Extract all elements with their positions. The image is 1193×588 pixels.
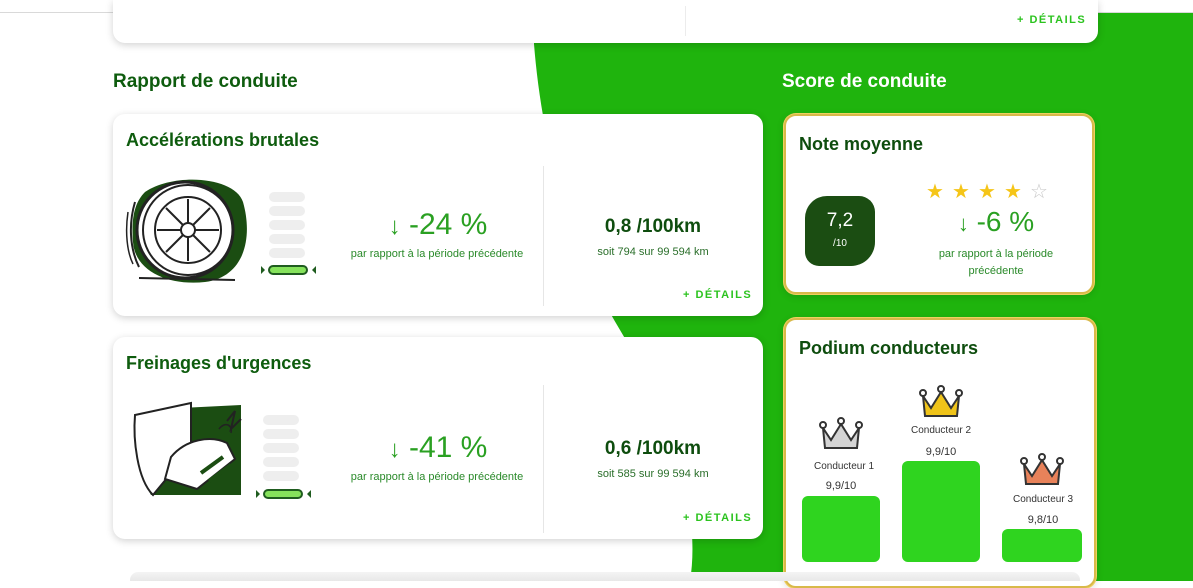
change-caption: par rapport à la période précédente xyxy=(350,248,524,260)
gauge-pointer-left xyxy=(261,266,265,274)
podium-card: Podium conducteurs Conducteur 1 9,9/10 C… xyxy=(784,318,1096,588)
rate-caption: soit 794 sur 99 594 km xyxy=(597,246,709,258)
gauge-step xyxy=(263,429,299,439)
brake-pedal-icon xyxy=(133,401,242,497)
emergency-braking-card: Freinages d'urgences ↓ -41 % par rapport… xyxy=(113,337,763,539)
details-link[interactable]: + DÉTAILS xyxy=(683,289,752,301)
card-divider xyxy=(685,6,686,36)
crown-bronze-icon xyxy=(1020,453,1064,485)
gauge-pointer-right xyxy=(312,266,316,274)
change-caption: par rapport à la période précédente xyxy=(350,471,524,483)
card-divider xyxy=(543,166,544,306)
card-title: Note moyenne xyxy=(799,134,924,154)
star-filled-icon: ★ xyxy=(926,181,944,203)
report-section-title: Rapport de conduite xyxy=(113,71,298,92)
change-percent: ↓ -6 % xyxy=(896,206,1096,238)
gauge-level-active xyxy=(263,489,303,499)
rate-caption: soit 585 sur 99 594 km xyxy=(597,468,709,480)
change-value: -41 % xyxy=(408,431,488,464)
details-link[interactable]: + DÉTAILS xyxy=(683,512,752,524)
podium-bar-third xyxy=(1002,529,1082,562)
change-caption-line1: par rapport à la période xyxy=(938,248,1054,260)
driver-name: Conducteur 2 xyxy=(910,425,972,436)
crown-gold-icon xyxy=(919,385,963,417)
change-percent: ↓ -24 % xyxy=(343,208,533,242)
star-filled-icon: ★ xyxy=(978,181,996,203)
driver-score: 9,9/10 xyxy=(925,446,957,458)
gauge-step xyxy=(269,206,305,216)
tire-icon xyxy=(125,179,247,283)
change-caption: par rapport à la période précédente xyxy=(896,246,1096,280)
average-score-card: Note moyenne 7,2 /10 ★ ★ ★ ★ ☆ ↓ -6 % pa… xyxy=(784,114,1094,294)
star-empty-icon: ☆ xyxy=(1030,181,1048,203)
podium-bar-first xyxy=(902,461,980,562)
gauge-level-active xyxy=(268,265,308,275)
driver-score: 9,8/10 xyxy=(1027,514,1059,526)
change-caption-line2: précédente xyxy=(968,265,1024,277)
card-divider xyxy=(543,385,544,533)
arrow-down-icon: ↓ xyxy=(388,436,401,463)
acceleration-card: Accélérations brutales ↓ -24 % par rappo… xyxy=(113,114,763,316)
change-value: -6 % xyxy=(976,206,1035,237)
gauge-step xyxy=(263,415,299,425)
gauge-step xyxy=(263,457,299,467)
gauge-step xyxy=(269,248,305,258)
card-title: Accélérations brutales xyxy=(126,130,320,150)
change-percent: ↓ -41 % xyxy=(343,431,533,465)
driver-name: Conducteur 1 xyxy=(813,461,875,472)
podium-bar-second xyxy=(802,496,880,562)
star-filled-icon: ★ xyxy=(1004,181,1022,203)
card-title: Freinages d'urgences xyxy=(126,353,312,373)
score-max: /10 xyxy=(833,238,847,249)
arrow-down-icon: ↓ xyxy=(957,211,969,236)
rate-value: 0,8 /100km xyxy=(604,216,702,237)
score-badge: 7,2 /10 xyxy=(805,196,875,266)
star-filled-icon: ★ xyxy=(952,181,970,203)
gauge-step xyxy=(263,471,299,481)
gauge-step xyxy=(269,192,305,202)
next-card-edge xyxy=(130,572,1080,581)
driver-name: Conducteur 3 xyxy=(1012,494,1074,505)
summary-card: + DÉTAILS xyxy=(113,0,1098,43)
gauge-step xyxy=(269,220,305,230)
score-value: 7,2 xyxy=(826,210,854,231)
arrow-down-icon: ↓ xyxy=(388,213,401,240)
score-section-title: Score de conduite xyxy=(782,71,947,92)
details-link[interactable]: + DÉTAILS xyxy=(1017,14,1086,26)
crown-silver-icon xyxy=(819,417,863,449)
change-value: -24 % xyxy=(408,208,488,241)
gauge-step xyxy=(263,443,299,453)
card-title: Podium conducteurs xyxy=(799,338,979,358)
gauge-step xyxy=(269,234,305,244)
driver-score: 9,9/10 xyxy=(825,480,857,492)
gauge-pointer-left xyxy=(256,490,260,498)
gauge-pointer-right xyxy=(307,490,311,498)
rate-value: 0,6 /100km xyxy=(604,438,702,459)
